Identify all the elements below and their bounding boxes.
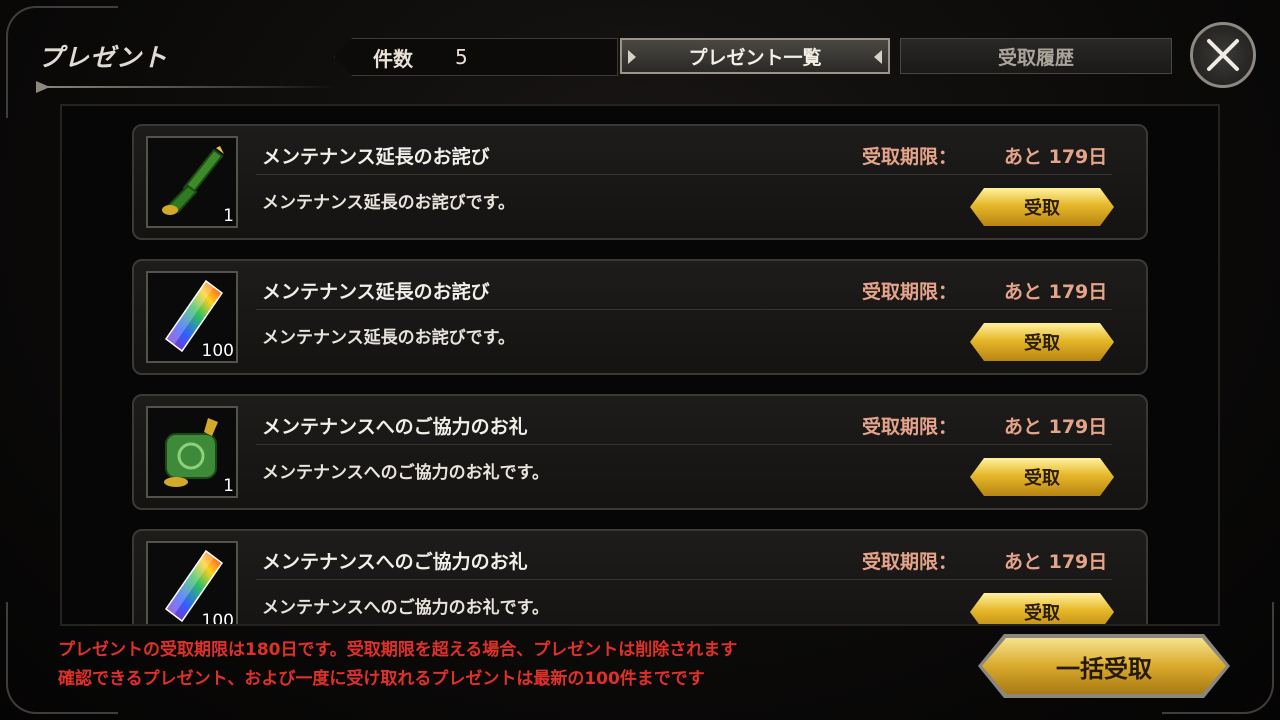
present-description: メンテナンスへのご協力のお礼です。 <box>262 598 549 618</box>
green-potion-flask-icon <box>164 418 218 487</box>
claim-button[interactable]: 受取 <box>970 323 1114 361</box>
divider <box>256 309 1112 310</box>
present-card: 1 メンテナンスへのご協力のお礼 メンテナンスへのご協力のお礼です。 受取期限：… <box>132 394 1148 510</box>
present-title: メンテナンスへのご協力のお礼 <box>262 416 528 438</box>
limit-label: 受取期限： <box>862 551 958 573</box>
present-title: メンテナンスへのご協力のお礼 <box>262 551 528 573</box>
present-list-panel[interactable]: 1 メンテナンス延長のお詫び メンテナンス延長のお詫びです。 受取期限： あと … <box>60 104 1220 626</box>
close-icon <box>1207 39 1239 71</box>
limit-value: あと 179日 <box>1004 551 1108 573</box>
page-title: プレゼント <box>38 43 169 72</box>
close-button[interactable] <box>1190 22 1256 88</box>
present-card: 1 メンテナンス延長のお詫び メンテナンス延長のお詫びです。 受取期限： あと … <box>132 124 1148 240</box>
item-thumbnail: 1 <box>146 136 238 228</box>
present-description: メンテナンス延長のお詫びです。 <box>262 328 515 348</box>
divider <box>256 444 1112 445</box>
item-quantity: 1 <box>223 206 234 226</box>
divider <box>256 579 1112 580</box>
limit-label: 受取期限： <box>862 146 958 168</box>
item-quantity: 100 <box>201 341 234 361</box>
present-title: メンテナンス延長のお詫び <box>262 146 490 168</box>
item-quantity: 1 <box>223 476 234 496</box>
limit-value: あと 179日 <box>1004 416 1108 438</box>
present-card: 100 メンテナンス延長のお詫び メンテナンス延長のお詫びです。 受取期限： あ… <box>132 259 1148 375</box>
tab-claim-history[interactable]: 受取履歴 <box>900 38 1172 74</box>
limit-label: 受取期限： <box>862 281 958 303</box>
present-description: メンテナンス延長のお詫びです。 <box>262 193 515 213</box>
present-description: メンテナンスへのご協力のお礼です。 <box>262 463 549 483</box>
count-label: 件数 <box>373 46 413 71</box>
expiry-notice: プレゼントの受取期限は180日です。受取期限を超える場合、プレゼントは削除されま… <box>58 636 737 694</box>
tab-present-list[interactable]: プレゼント一覧 <box>620 38 890 74</box>
title-underline <box>36 81 336 93</box>
item-thumbnail: 1 <box>146 406 238 498</box>
item-quantity: 100 <box>201 611 234 626</box>
present-title: メンテナンス延長のお詫び <box>262 281 490 303</box>
limit-value: あと 179日 <box>1004 146 1108 168</box>
bulk-claim-button[interactable]: 一括受取 <box>982 638 1226 694</box>
claim-button[interactable]: 受取 <box>970 458 1114 496</box>
notice-line-1: プレゼントの受取期限は180日です。受取期限を超える場合、プレゼントは削除されま… <box>58 640 738 660</box>
divider <box>256 174 1112 175</box>
count-value: 5 <box>455 45 468 69</box>
item-thumbnail: 100 <box>146 541 238 626</box>
present-card: 100 メンテナンスへのご協力のお礼 メンテナンスへのご協力のお礼です。 受取期… <box>132 529 1148 626</box>
present-count-box: 件数 5 <box>334 38 618 76</box>
item-thumbnail: 100 <box>146 271 238 363</box>
notice-line-2: 確認できるプレゼント、および一度に受け取れるプレゼントは最新の100件までです <box>58 669 705 689</box>
claim-button[interactable]: 受取 <box>970 593 1114 626</box>
claim-button[interactable]: 受取 <box>970 188 1114 226</box>
green-potion-bottle-icon <box>162 146 224 215</box>
limit-value: あと 179日 <box>1004 281 1108 303</box>
limit-label: 受取期限： <box>862 416 958 438</box>
